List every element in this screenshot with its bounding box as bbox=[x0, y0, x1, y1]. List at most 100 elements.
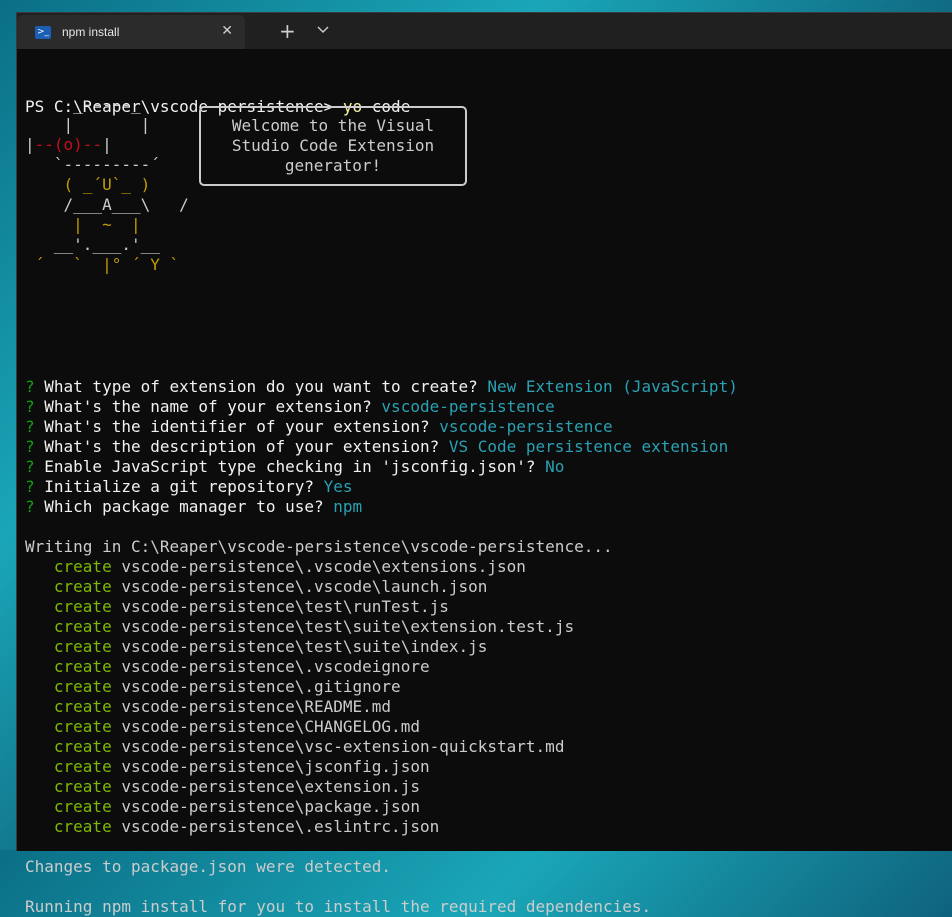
ascii-art-line: | | bbox=[25, 115, 151, 134]
file-path: vscode-persistence\.vscode\extensions.js… bbox=[111, 557, 526, 576]
file-path: vscode-persistence\jsconfig.json bbox=[111, 757, 430, 776]
question-text: Enable JavaScript type checking in 'jsco… bbox=[44, 457, 546, 476]
create-label: create bbox=[25, 817, 112, 836]
file-path: vscode-persistence\README.md bbox=[111, 697, 392, 716]
file-path: vscode-persistence\test\runTest.js bbox=[111, 597, 449, 616]
file-path: vscode-persistence\CHANGELOG.md bbox=[111, 717, 420, 736]
running-npm-line: Running npm install for you to install t… bbox=[25, 897, 652, 916]
yeoman-ascii-art: _-----_ | | |--(o)--| `---------´ ( _´U`_… bbox=[25, 95, 189, 275]
question-answer: No bbox=[545, 457, 565, 476]
file-path: vscode-persistence\.vscode\launch.json bbox=[111, 577, 488, 596]
create-label: create bbox=[25, 557, 112, 576]
ascii-art-line: ´ ` |° ´ Y ` bbox=[25, 255, 180, 274]
create-label: create bbox=[25, 597, 112, 616]
question-mark: ? bbox=[25, 437, 45, 456]
question-answer: Yes bbox=[323, 477, 353, 496]
close-icon[interactable]: ✕ bbox=[221, 23, 233, 39]
question-mark: ? bbox=[25, 497, 45, 516]
question-answer: vscode-persistence bbox=[381, 397, 555, 416]
chevron-down-icon[interactable] bbox=[315, 22, 331, 38]
question-text: What type of extension do you want to cr… bbox=[44, 377, 488, 396]
create-label: create bbox=[25, 757, 112, 776]
bubble-line: generator! bbox=[284, 156, 382, 175]
question-text: Initialize a git repository? bbox=[44, 477, 324, 496]
ascii-art-line: `---------´ bbox=[25, 155, 160, 174]
ascii-art-line: |--(o)--| bbox=[25, 135, 112, 154]
question-mark: ? bbox=[25, 377, 45, 396]
ascii-art-line: ( _´U`_ ) bbox=[25, 175, 151, 194]
file-path: vscode-persistence\.gitignore bbox=[111, 677, 401, 696]
created-file-line: create vscode-persistence\.vscodeignore bbox=[25, 657, 952, 677]
changes-detected-line: Changes to package.json were detected. bbox=[25, 857, 392, 876]
create-label: create bbox=[25, 677, 112, 696]
terminal-window: >_ npm install ✕ + PS C:\Reaper\vscode-p… bbox=[16, 12, 952, 916]
created-file-line: create vscode-persistence\jsconfig.json bbox=[25, 757, 952, 777]
ascii-art-line: __'.___.'__ bbox=[25, 235, 160, 254]
file-path: vscode-persistence\extension.js bbox=[111, 777, 420, 796]
ascii-art-line: _-----_ bbox=[25, 95, 141, 114]
file-path: vscode-persistence\.eslintrc.json bbox=[111, 817, 440, 836]
question-mark: ? bbox=[25, 397, 45, 416]
tab-bar: >_ npm install ✕ + bbox=[17, 13, 952, 49]
created-file-line: create vscode-persistence\test\runTest.j… bbox=[25, 597, 952, 617]
file-path: vscode-persistence\test\suite\index.js bbox=[111, 637, 488, 656]
create-label: create bbox=[25, 717, 112, 736]
create-label: create bbox=[25, 657, 112, 676]
create-label: create bbox=[25, 697, 112, 716]
question-text: What's the name of your extension? bbox=[44, 397, 382, 416]
question-text: What's the description of your extension… bbox=[44, 437, 449, 456]
create-label: create bbox=[25, 617, 112, 636]
created-file-line: create vscode-persistence\README.md bbox=[25, 697, 952, 717]
file-path: vscode-persistence\package.json bbox=[111, 797, 420, 816]
new-tab-button[interactable]: + bbox=[279, 19, 296, 43]
prompt-question: ? What type of extension do you want to … bbox=[25, 377, 952, 397]
created-file-line: create vscode-persistence\.eslintrc.json bbox=[25, 817, 952, 837]
question-mark: ? bbox=[25, 417, 45, 436]
created-file-line: create vscode-persistence\package.json bbox=[25, 797, 952, 817]
create-label: create bbox=[25, 797, 112, 816]
prompt-question: ? What's the description of your extensi… bbox=[25, 437, 952, 457]
created-file-line: create vscode-persistence\.vscode\extens… bbox=[25, 557, 952, 577]
tab-npm-install[interactable]: >_ npm install ✕ bbox=[17, 15, 245, 49]
question-mark: ? bbox=[25, 477, 45, 496]
question-mark: ? bbox=[25, 457, 45, 476]
created-file-line: create vscode-persistence\test\suite\ind… bbox=[25, 637, 952, 657]
prompt-question: ? What's the identifier of your extensio… bbox=[25, 417, 952, 437]
created-file-line: create vscode-persistence\test\suite\ext… bbox=[25, 617, 952, 637]
prompt-question: ? Initialize a git repository? Yes bbox=[25, 477, 952, 497]
bubble-line: Welcome to the Visual bbox=[231, 116, 435, 135]
create-label: create bbox=[25, 637, 112, 656]
created-file-line: create vscode-persistence\.vscode\launch… bbox=[25, 577, 952, 597]
create-label: create bbox=[25, 777, 112, 796]
prompt-question: ? What's the name of your extension? vsc… bbox=[25, 397, 952, 417]
created-file-line: create vscode-persistence\vsc-extension-… bbox=[25, 737, 952, 757]
ascii-art-line: /___A___\ / bbox=[25, 195, 189, 214]
created-file-line: create vscode-persistence\CHANGELOG.md bbox=[25, 717, 952, 737]
question-text: Which package manager to use? bbox=[44, 497, 334, 516]
question-answer: New Extension (JavaScript) bbox=[487, 377, 738, 396]
file-path: vscode-persistence\.vscodeignore bbox=[111, 657, 430, 676]
create-label: create bbox=[25, 737, 112, 756]
prompt-question: ? Which package manager to use? npm bbox=[25, 497, 952, 517]
create-label: create bbox=[25, 577, 112, 596]
tab-title: npm install bbox=[62, 25, 120, 39]
powershell-icon: >_ bbox=[35, 25, 51, 39]
welcome-bubble: Welcome to the Visual Studio Code Extensi… bbox=[199, 106, 467, 186]
created-file-line: create vscode-persistence\.gitignore bbox=[25, 677, 952, 697]
bubble-line: Studio Code Extension bbox=[231, 136, 435, 155]
question-text: What's the identifier of your extension? bbox=[44, 417, 440, 436]
writing-line: Writing in C:\Reaper\vscode-persistence\… bbox=[25, 537, 613, 556]
question-answer: VS Code persistence extension bbox=[448, 437, 729, 456]
question-answer: vscode-persistence bbox=[439, 417, 613, 436]
file-path: vscode-persistence\test\suite\extension.… bbox=[111, 617, 575, 636]
question-answer: npm bbox=[333, 497, 363, 516]
file-path: vscode-persistence\vsc-extension-quickst… bbox=[111, 737, 565, 756]
